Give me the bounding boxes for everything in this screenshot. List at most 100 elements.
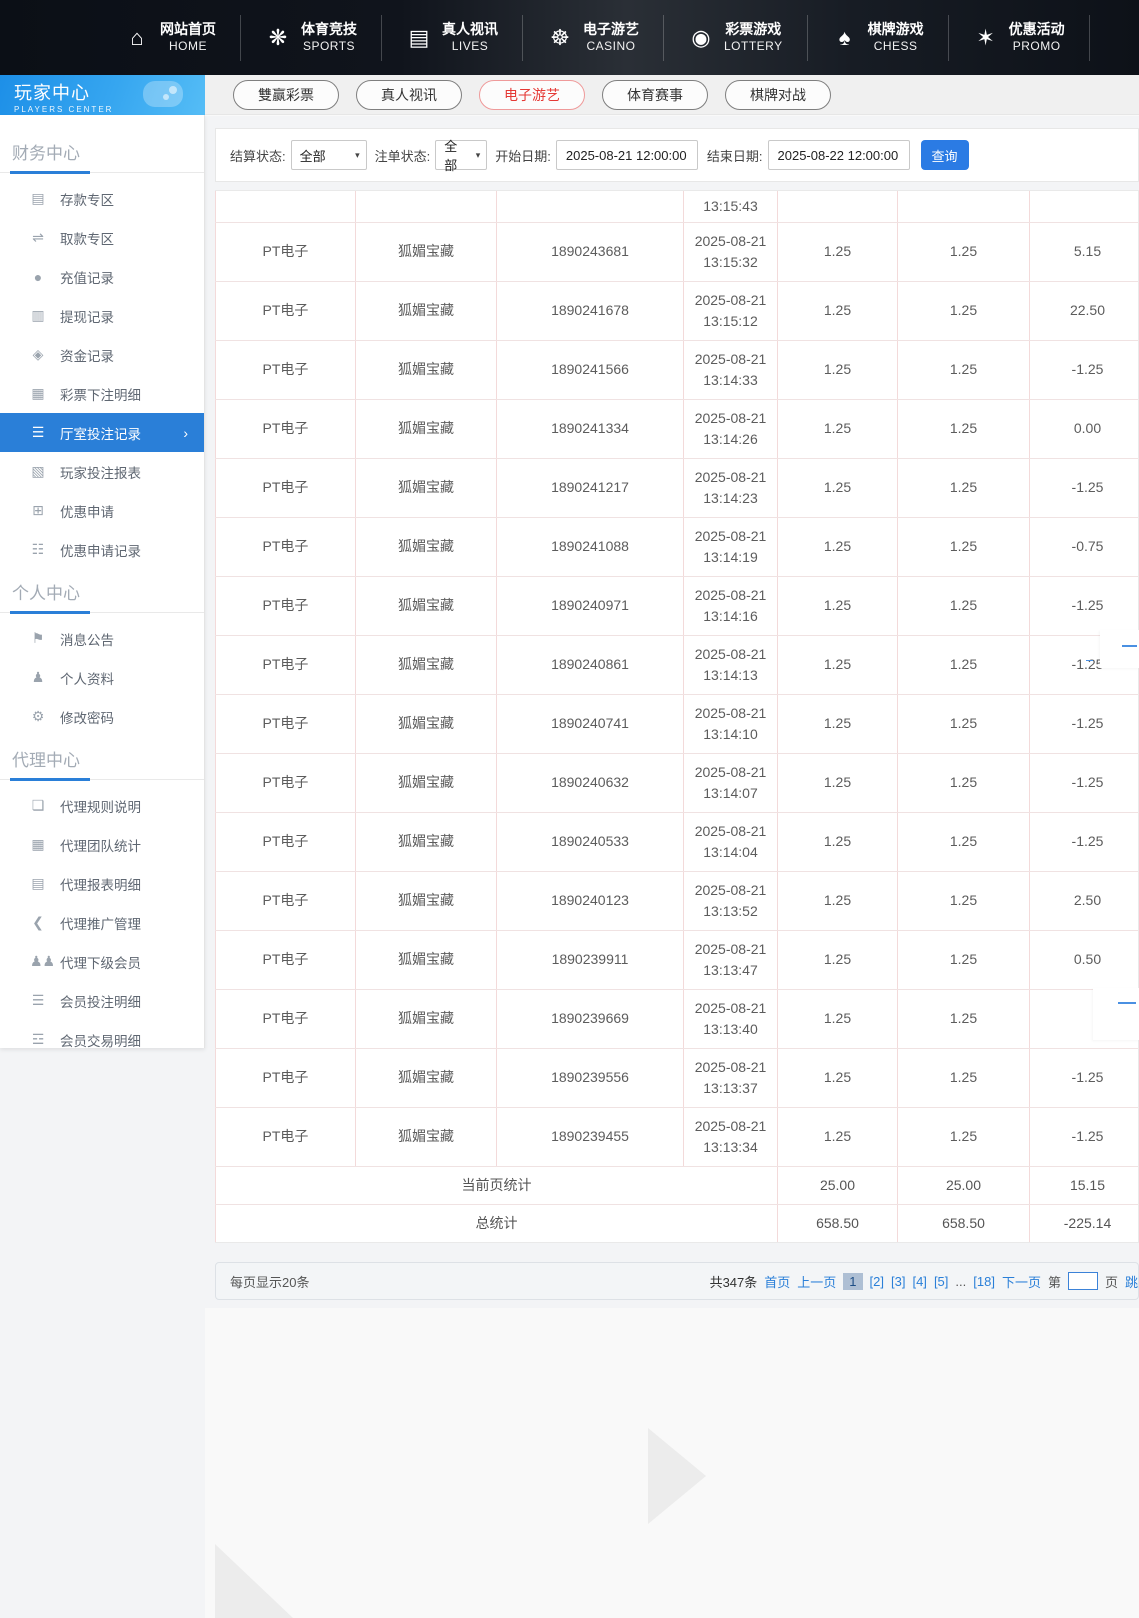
tab-2[interactable]: 电子游艺 xyxy=(479,80,585,110)
cell-platform: PT电子 xyxy=(216,458,356,517)
sidebar-item-agent-6[interactable]: ☲ 会员交易明细 xyxy=(0,1020,204,1048)
floating-widget-link xyxy=(1086,660,1093,661)
cell-order-no: 1890239669 xyxy=(497,989,684,1048)
cell-valid: 1.25 xyxy=(898,871,1030,930)
next-page-link[interactable]: 下一页 xyxy=(1002,1272,1041,1291)
table-row-1: PT电子 狐媚宝藏 1890241678 2025-08-21 13:15:12… xyxy=(216,281,1139,340)
jump-page-input[interactable] xyxy=(1068,1272,1098,1290)
cell-winloss: -0.75 xyxy=(1030,517,1139,576)
cell-game: 狐媚宝藏 xyxy=(356,458,497,517)
sidebar-item-finance-4[interactable]: ◈ 资金记录 xyxy=(0,335,204,374)
sidebar-item-agent-0[interactable]: ❏ 代理规则说明 xyxy=(0,786,204,825)
page-link-3[interactable]: [5] xyxy=(934,1274,948,1289)
sidebar-item-label: 会员投注明细 xyxy=(60,991,141,1011)
cell-datetime: 2025-08-21 13:14:19 xyxy=(684,517,778,576)
start-date-input[interactable]: 2025-08-21 12:00:00 xyxy=(556,140,698,170)
floating-widget-clipped xyxy=(1100,630,1139,668)
page-summary-valid: 25.00 xyxy=(898,1166,1030,1204)
nav-item-6[interactable]: ✶ 优惠活动 PROMO xyxy=(949,15,1090,61)
cell-time: 13:14:16 xyxy=(684,606,777,626)
sidebar-item-label: 消息公告 xyxy=(60,629,114,649)
cell-datetime: 2025-08-21 13:14:13 xyxy=(684,635,778,694)
playing-cards-icon: ▤ xyxy=(406,27,432,49)
tab-3[interactable]: 体育赛事 xyxy=(602,80,708,110)
prev-page-link[interactable]: 上一页 xyxy=(797,1272,836,1291)
nav-label-en: CHESS xyxy=(874,38,918,55)
cell-date: 2025-08-21 xyxy=(684,880,777,900)
last-page-link[interactable]: [18] xyxy=(973,1274,995,1289)
jump-go-link[interactable]: 跳 xyxy=(1125,1272,1138,1291)
sidebar-item-agent-3[interactable]: ❮ 代理推广管理 xyxy=(0,903,204,942)
cell-bet: 1.25 xyxy=(778,1107,898,1166)
cell-datetime: 2025-08-21 13:15:32 xyxy=(684,222,778,281)
cell-date: 2025-08-21 xyxy=(684,408,777,428)
table-row-5: PT电子 狐媚宝藏 1890241088 2025-08-21 13:14:19… xyxy=(216,517,1139,576)
sidebar-item-agent-2[interactable]: ▤ 代理报表明细 xyxy=(0,864,204,903)
game-category-tabs: 雙赢彩票 真人视讯 电子游艺 体育赛事 棋牌对战 xyxy=(205,75,1139,115)
nav-item-5[interactable]: ♠ 棋牌游戏 CHESS xyxy=(808,15,949,61)
sidebar-item-finance-2[interactable]: ● 充值记录 xyxy=(0,257,204,296)
deposit-icon: ▤ xyxy=(30,190,46,207)
cell-game: 狐媚宝藏 xyxy=(356,753,497,812)
start-date-value: 2025-08-21 12:00:00 xyxy=(566,148,687,163)
total-summary-label: 总统计 xyxy=(216,1204,778,1242)
end-date-input[interactable]: 2025-08-22 12:00:00 xyxy=(768,140,910,170)
sidebar-item-finance-9[interactable]: ☷ 优惠申请记录 xyxy=(0,530,204,569)
total-summary-bet: 658.50 xyxy=(778,1204,898,1242)
sidebar-item-personal-0[interactable]: ⚑ 消息公告 xyxy=(0,619,204,658)
chevron-down-icon: ▾ xyxy=(355,150,360,161)
cell-winloss: -1.25 xyxy=(1030,576,1139,635)
cell-bet: 1.25 xyxy=(778,576,898,635)
sidebar-item-finance-5[interactable]: ▦ 彩票下注明细 xyxy=(0,374,204,413)
tab-4[interactable]: 棋牌对战 xyxy=(725,80,831,110)
sidebar-item-finance-1[interactable]: ⇌ 取款专区 xyxy=(0,218,204,257)
sidebar-item-personal-1[interactable]: ♟ 个人资料 xyxy=(0,658,204,697)
settle-status-select[interactable]: 全部 ▾ xyxy=(291,140,367,170)
funds-record-icon: ◈ xyxy=(30,346,46,363)
roulette-icon: ☸ xyxy=(547,27,573,49)
bet-records-table-panel: 13:15:43 PT电子 狐媚宝藏 1890243681 2025-08-21… xyxy=(215,190,1139,1243)
sidebar-item-finance-0[interactable]: ▤ 存款专区 xyxy=(0,179,204,218)
nav-item-1[interactable]: ❋ 体育竞技 SPORTS xyxy=(241,15,382,61)
query-button[interactable]: 查询 xyxy=(921,140,969,170)
nav-item-3[interactable]: ☸ 电子游艺 CASINO xyxy=(523,15,664,61)
cell-valid: 1.25 xyxy=(898,1048,1030,1107)
cell-order-no: 1890239556 xyxy=(497,1048,684,1107)
cell-game: 狐媚宝藏 xyxy=(356,576,497,635)
nav-label-zh: 网站首页 xyxy=(160,21,216,38)
cell-order-no: 1890241566 xyxy=(497,340,684,399)
page-link-0[interactable]: [2] xyxy=(870,1274,884,1289)
tab-label: 棋牌对战 xyxy=(750,85,806,105)
cell-valid: 1.25 xyxy=(898,340,1030,399)
cell-order-no: 1890240123 xyxy=(497,871,684,930)
sidebar-item-agent-5[interactable]: ☰ 会员投注明细 xyxy=(0,981,204,1020)
nav-label-en: LIVES xyxy=(452,38,489,55)
page-link-2[interactable]: [4] xyxy=(912,1274,926,1289)
sidebar-item-finance-8[interactable]: ⊞ 优惠申请 xyxy=(0,491,204,530)
sidebar-item-agent-4[interactable]: ♟♟ 代理下级会员 xyxy=(0,942,204,981)
cell-winloss: -1.25 xyxy=(1030,1048,1139,1107)
sidebar-item-finance-3[interactable]: ▥ 提现记录 xyxy=(0,296,204,335)
first-page-link[interactable]: 首页 xyxy=(764,1272,790,1291)
sidebar-item-finance-6[interactable]: ☰ 厅室投注记录 › xyxy=(0,413,204,452)
cell-game: 狐媚宝藏 xyxy=(356,989,497,1048)
sidebar-item-agent-1[interactable]: ▦ 代理团队统计 xyxy=(0,825,204,864)
cell-platform: PT电子 xyxy=(216,222,356,281)
nav-item-4[interactable]: ◉ 彩票游戏 LOTTERY xyxy=(664,15,808,61)
order-status-select[interactable]: 全部 ▾ xyxy=(435,140,487,170)
cell-platform: PT电子 xyxy=(216,340,356,399)
cell-order-no: 1890240533 xyxy=(497,812,684,871)
table-row-partial: 13:15:43 xyxy=(216,191,1139,222)
sidebar-item-finance-7[interactable]: ▧ 玩家投注报表 xyxy=(0,452,204,491)
page-link-1[interactable]: [3] xyxy=(891,1274,905,1289)
tab-1[interactable]: 真人视讯 xyxy=(356,80,462,110)
nav-item-0[interactable]: ⌂ 网站首页 HOME xyxy=(100,15,241,61)
tab-0[interactable]: 雙赢彩票 xyxy=(233,80,339,110)
gift-icon: ✶ xyxy=(973,27,999,49)
cell-bet: 1.25 xyxy=(778,1048,898,1107)
nav-item-2[interactable]: ▤ 真人视讯 LIVES xyxy=(382,15,523,61)
nav-label-en: SPORTS xyxy=(303,38,355,55)
sidebar-item-personal-2[interactable]: ⚙ 修改密码 xyxy=(0,697,204,736)
sidebar-item-label: 代理规则说明 xyxy=(60,796,141,816)
cell-date: 2025-08-21 xyxy=(684,585,777,605)
